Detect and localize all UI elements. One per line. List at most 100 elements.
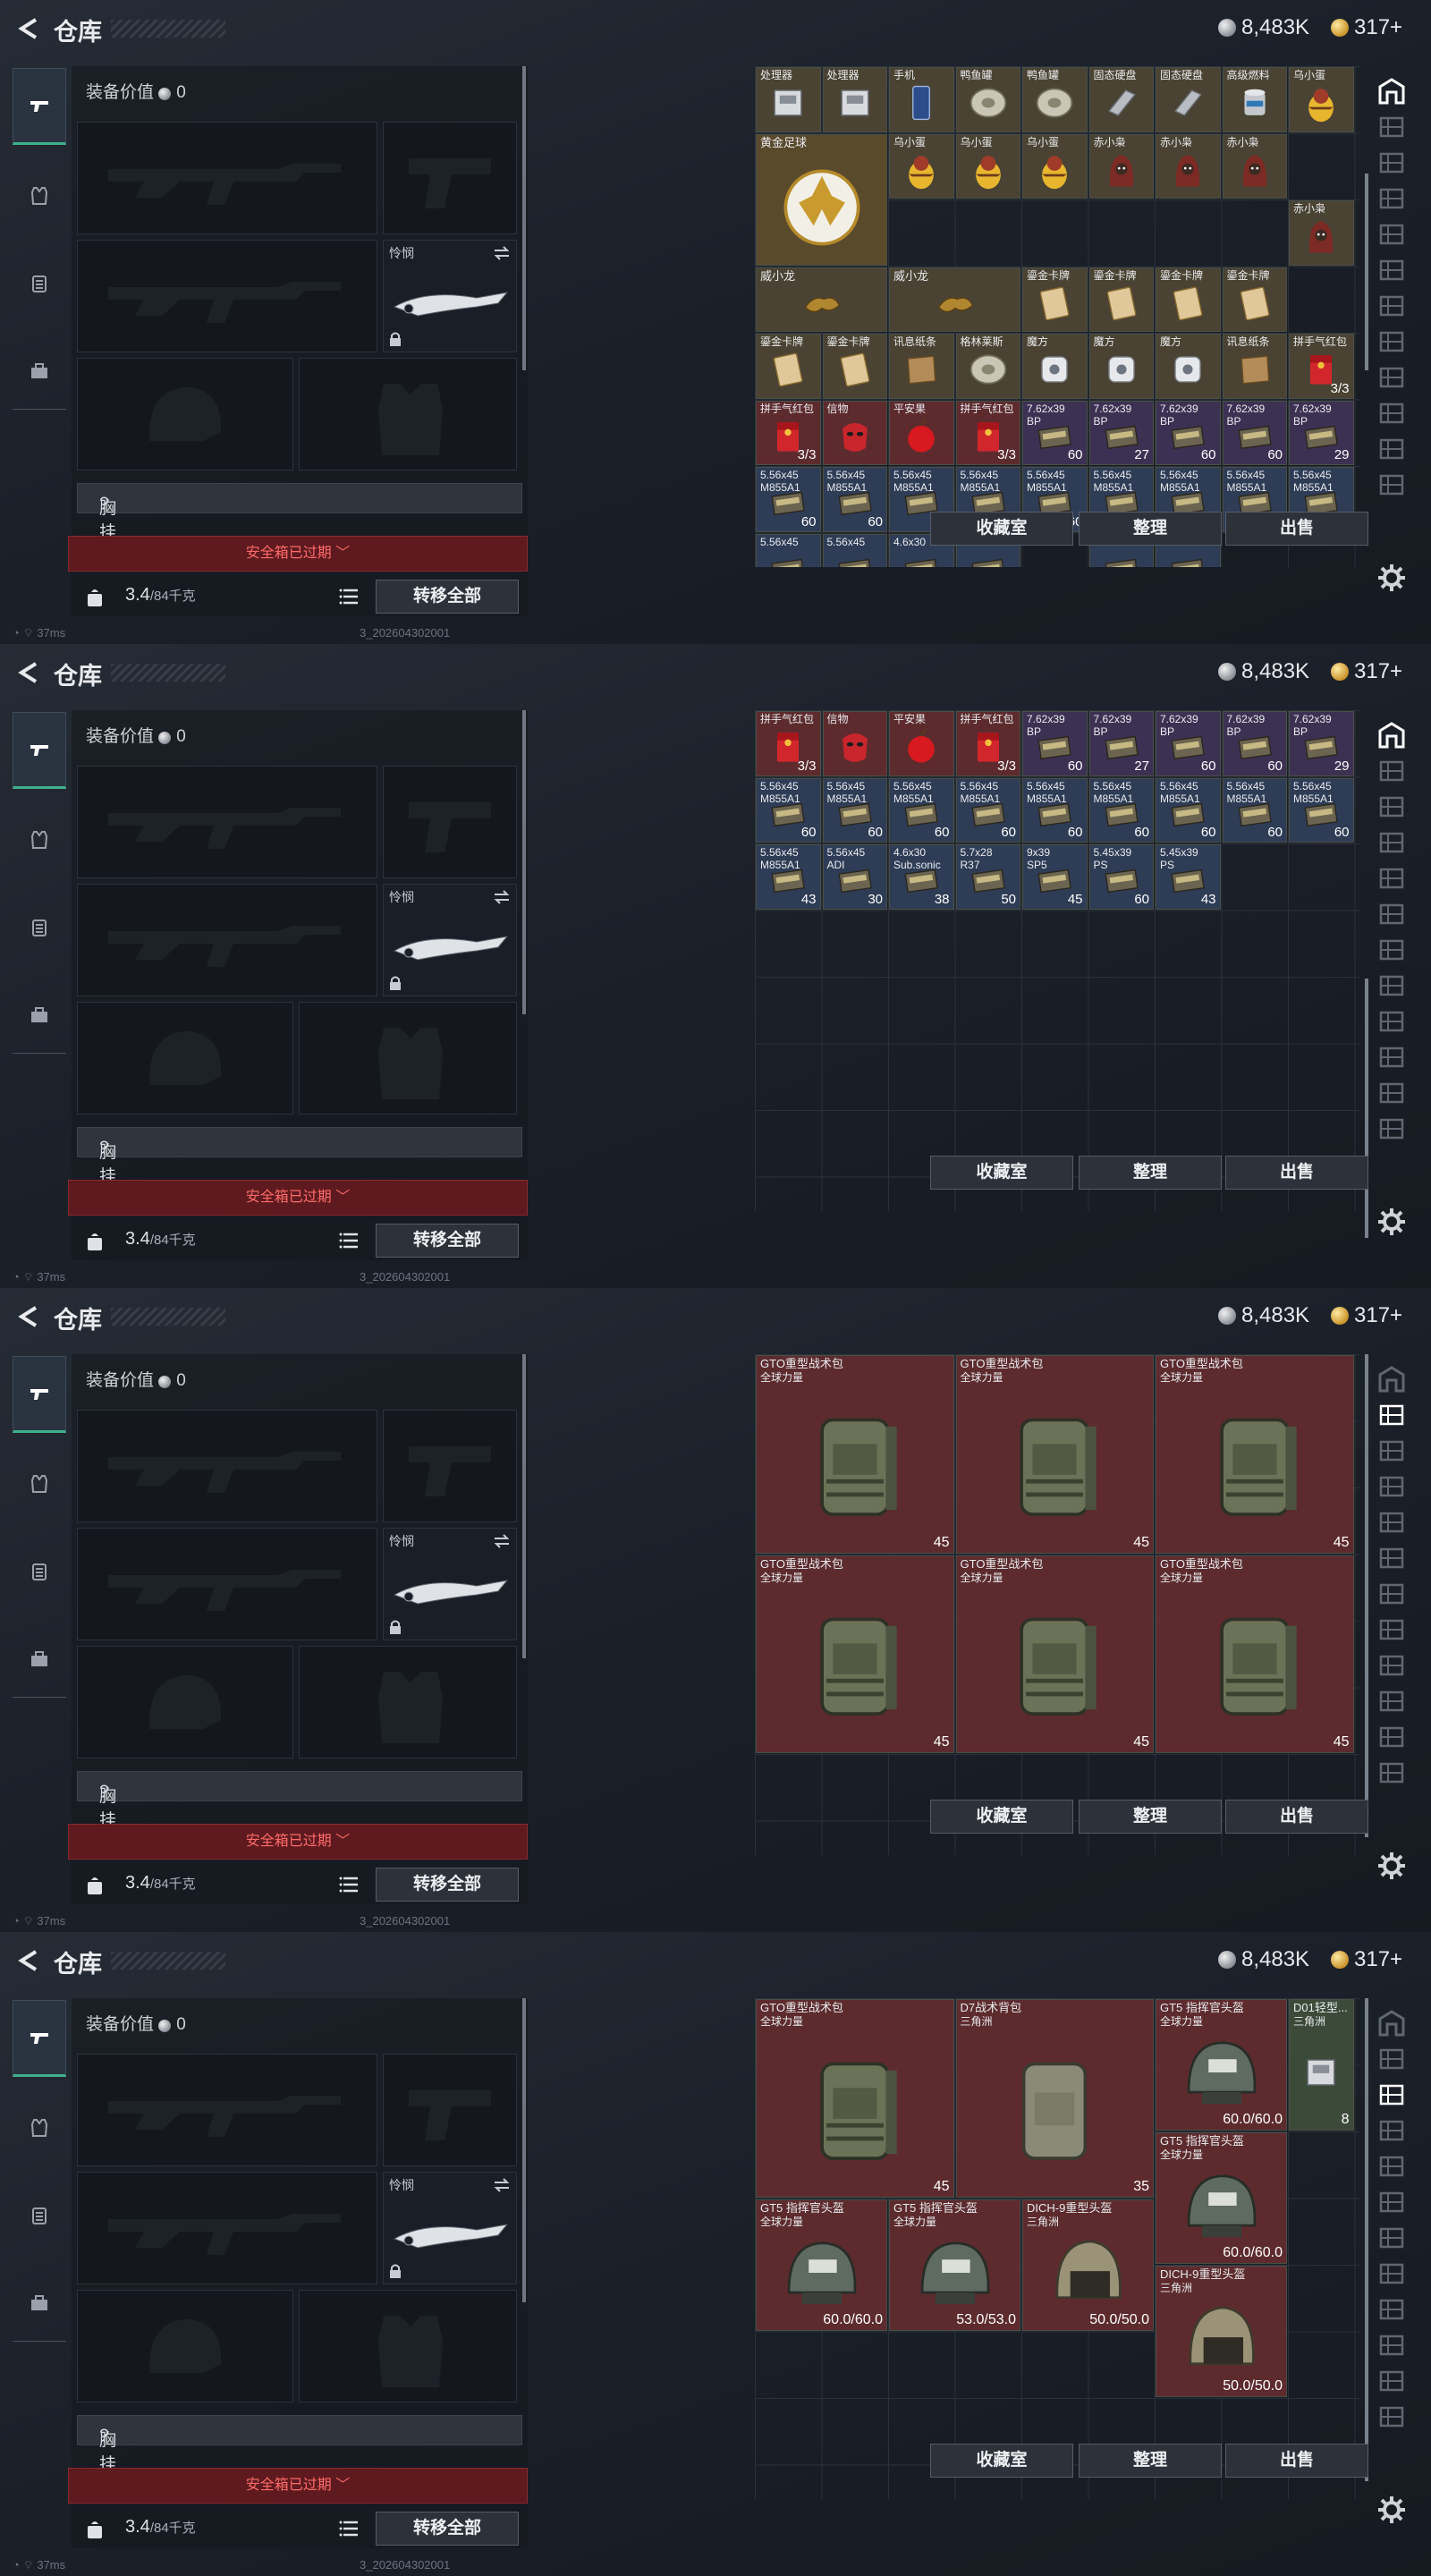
storage-page-tab[interactable] — [1372, 1109, 1411, 1148]
storage-page-tab[interactable] — [1372, 2326, 1411, 2365]
gold-balance[interactable]: 317+ — [1331, 1946, 1402, 1973]
primary-weapon-slot[interactable] — [77, 766, 377, 878]
helmet-slot[interactable] — [77, 1646, 293, 1758]
inventory-item[interactable]: 信物 — [822, 400, 887, 465]
storage-home-tab[interactable] — [1372, 2004, 1411, 2043]
gold-balance[interactable]: 317+ — [1331, 1302, 1402, 1329]
storage-page-tab[interactable] — [1372, 1431, 1411, 1470]
gear-icon[interactable] — [1376, 2494, 1408, 2526]
sidearm-slot[interactable] — [383, 122, 517, 234]
swap-icon[interactable] — [493, 1534, 511, 1548]
secondary-weapon-slot[interactable] — [77, 1528, 377, 1640]
inventory-item[interactable]: 7.62x39 BP 60 — [1022, 400, 1088, 465]
gold-balance[interactable]: 317+ — [1331, 14, 1402, 41]
chest-rig-slot[interactable]: 胸挂 ? — [77, 1771, 522, 1830]
inventory-item[interactable]: 7.62x39 BP 27 — [1088, 711, 1154, 776]
storage-page-tab[interactable] — [1372, 1753, 1411, 1792]
storage-home-tab[interactable] — [1372, 72, 1411, 111]
inventory-item[interactable]: 信物 — [822, 711, 887, 776]
gear-icon[interactable] — [1376, 1850, 1408, 1882]
storage-page-tab[interactable] — [1372, 1503, 1411, 1542]
inventory-item[interactable]: 9x39 SP5 45 — [1022, 844, 1088, 910]
inventory-item[interactable]: 赤小枭 — [1156, 133, 1221, 199]
inventory-item[interactable]: 7.62x39 BP 60 — [1156, 711, 1221, 776]
gold-balance[interactable]: 317+ — [1331, 658, 1402, 685]
storage-page-tab[interactable] — [1372, 465, 1411, 504]
tab-weapons[interactable] — [13, 1356, 66, 1433]
transfer-all-button[interactable]: 转移全部 — [376, 2512, 519, 2546]
inventory-item[interactable]: 5.56x45 M855A1 43 — [756, 844, 821, 910]
storage-page-tab[interactable] — [1372, 1610, 1411, 1649]
gear-icon[interactable] — [1376, 1206, 1408, 1238]
equipment-scrollbar[interactable] — [522, 1998, 526, 2302]
inventory-item[interactable]: 7.62x39 BP 27 — [1088, 400, 1154, 465]
inventory-item[interactable]: 乌小蛋 — [1289, 67, 1354, 132]
inventory-item[interactable]: 处理器 — [756, 67, 821, 132]
armor-slot[interactable] — [299, 1002, 517, 1114]
inventory-item[interactable]: 处理器 — [822, 67, 887, 132]
storage-page-tab[interactable] — [1372, 2075, 1411, 2114]
warehouse-scrollbar[interactable] — [1365, 1354, 1368, 1837]
storage-page-tab[interactable] — [1372, 2290, 1411, 2329]
inventory-item[interactable]: 5.56x45 — [822, 533, 887, 567]
sort-button[interactable]: 整理 — [1079, 1156, 1222, 1190]
chest-rig-slot[interactable]: 胸挂 ? — [77, 2415, 522, 2474]
storage-page-tab[interactable] — [1372, 894, 1411, 934]
inventory-item[interactable]: 讯息纸条 — [889, 334, 954, 399]
inventory-item[interactable]: D01轻型... 三角洲 8 — [1289, 1999, 1354, 2131]
inventory-item[interactable]: 7.62x39 BP 29 — [1289, 711, 1354, 776]
inventory-item[interactable]: GT5 指挥官头盔 全球力量 60.0/60.0 — [1156, 2132, 1287, 2264]
inventory-item[interactable]: 鎏金卡牌 — [822, 334, 887, 399]
storage-page-tab[interactable] — [1372, 751, 1411, 791]
inventory-item[interactable]: 鎏金卡牌 — [1088, 267, 1154, 332]
inventory-item[interactable]: 5.56x45M855A1 60 — [1222, 777, 1287, 843]
swap-icon[interactable] — [493, 2178, 511, 2192]
inventory-item[interactable]: 鎏金卡牌 — [1156, 267, 1221, 332]
tab-armor[interactable] — [13, 157, 66, 234]
melee-slot[interactable]: 怜悯 — [383, 2172, 517, 2284]
storage-page-tab[interactable] — [1372, 1073, 1411, 1113]
equipment-scrollbar[interactable] — [522, 66, 526, 370]
inventory-item[interactable]: GT5 指挥官头盔 全球力量 60.0/60.0 — [756, 2199, 887, 2331]
secondary-weapon-slot[interactable] — [77, 2172, 377, 2284]
storage-page-tab[interactable] — [1372, 2147, 1411, 2186]
inventory-item[interactable]: 乌小蛋 — [955, 133, 1020, 199]
sidearm-slot[interactable] — [383, 1410, 517, 1522]
storage-home-tab[interactable] — [1372, 716, 1411, 755]
chest-rig-slot[interactable]: 胸挂 ? — [77, 1127, 522, 1186]
tab-armor[interactable] — [13, 801, 66, 878]
storage-page-tab[interactable] — [1372, 2218, 1411, 2258]
storage-page-tab[interactable] — [1372, 107, 1411, 147]
sort-button[interactable]: 整理 — [1079, 2444, 1222, 2478]
transfer-all-button[interactable]: 转移全部 — [376, 1224, 519, 1258]
inventory-item[interactable]: 鎏金卡牌 — [756, 334, 821, 399]
tab-rig[interactable] — [13, 245, 66, 322]
storage-page-tab[interactable] — [1372, 286, 1411, 326]
list-icon[interactable] — [338, 1229, 361, 1252]
sort-button[interactable]: 整理 — [1079, 1800, 1222, 1834]
storage-page-tab[interactable] — [1372, 2397, 1411, 2436]
storage-page-tab[interactable] — [1372, 1467, 1411, 1506]
storage-page-tab[interactable] — [1372, 2254, 1411, 2293]
inventory-item[interactable]: GTO重型战术包 全球力量 45 — [756, 1555, 954, 1753]
storage-page-tab[interactable] — [1372, 322, 1411, 361]
storage-page-tab[interactable] — [1372, 394, 1411, 433]
inventory-item[interactable]: 魔方 — [1022, 334, 1088, 399]
back-arrow-icon[interactable] — [14, 16, 41, 41]
tab-backpack[interactable] — [13, 2265, 66, 2342]
inventory-item[interactable]: 赤小枭 — [1289, 200, 1354, 266]
inventory-item[interactable]: 鎏金卡牌 — [1222, 267, 1287, 332]
storage-page-tab[interactable] — [1372, 1682, 1411, 1721]
collection-room-button[interactable]: 收藏室 — [930, 2444, 1073, 2478]
inventory-item[interactable]: 高级燃料 — [1222, 67, 1287, 132]
inventory-item[interactable]: 5.56x45M855A1 60 — [822, 777, 887, 843]
sidearm-slot[interactable] — [383, 766, 517, 878]
storage-home-tab[interactable] — [1372, 1360, 1411, 1399]
inventory-item[interactable]: 黄金足球 — [756, 133, 887, 266]
inventory-item[interactable]: GTO重型战术包 全球力量 45 — [1156, 1355, 1354, 1554]
inventory-item[interactable]: 5.56x45 — [756, 533, 821, 567]
sell-button[interactable]: 出售 — [1225, 1156, 1368, 1190]
inventory-item[interactable]: 拼手气红包 3/3 — [955, 400, 1020, 465]
inventory-item[interactable]: 5.56x45 ADI 30 — [822, 844, 887, 910]
storage-page-tab[interactable] — [1372, 1538, 1411, 1578]
